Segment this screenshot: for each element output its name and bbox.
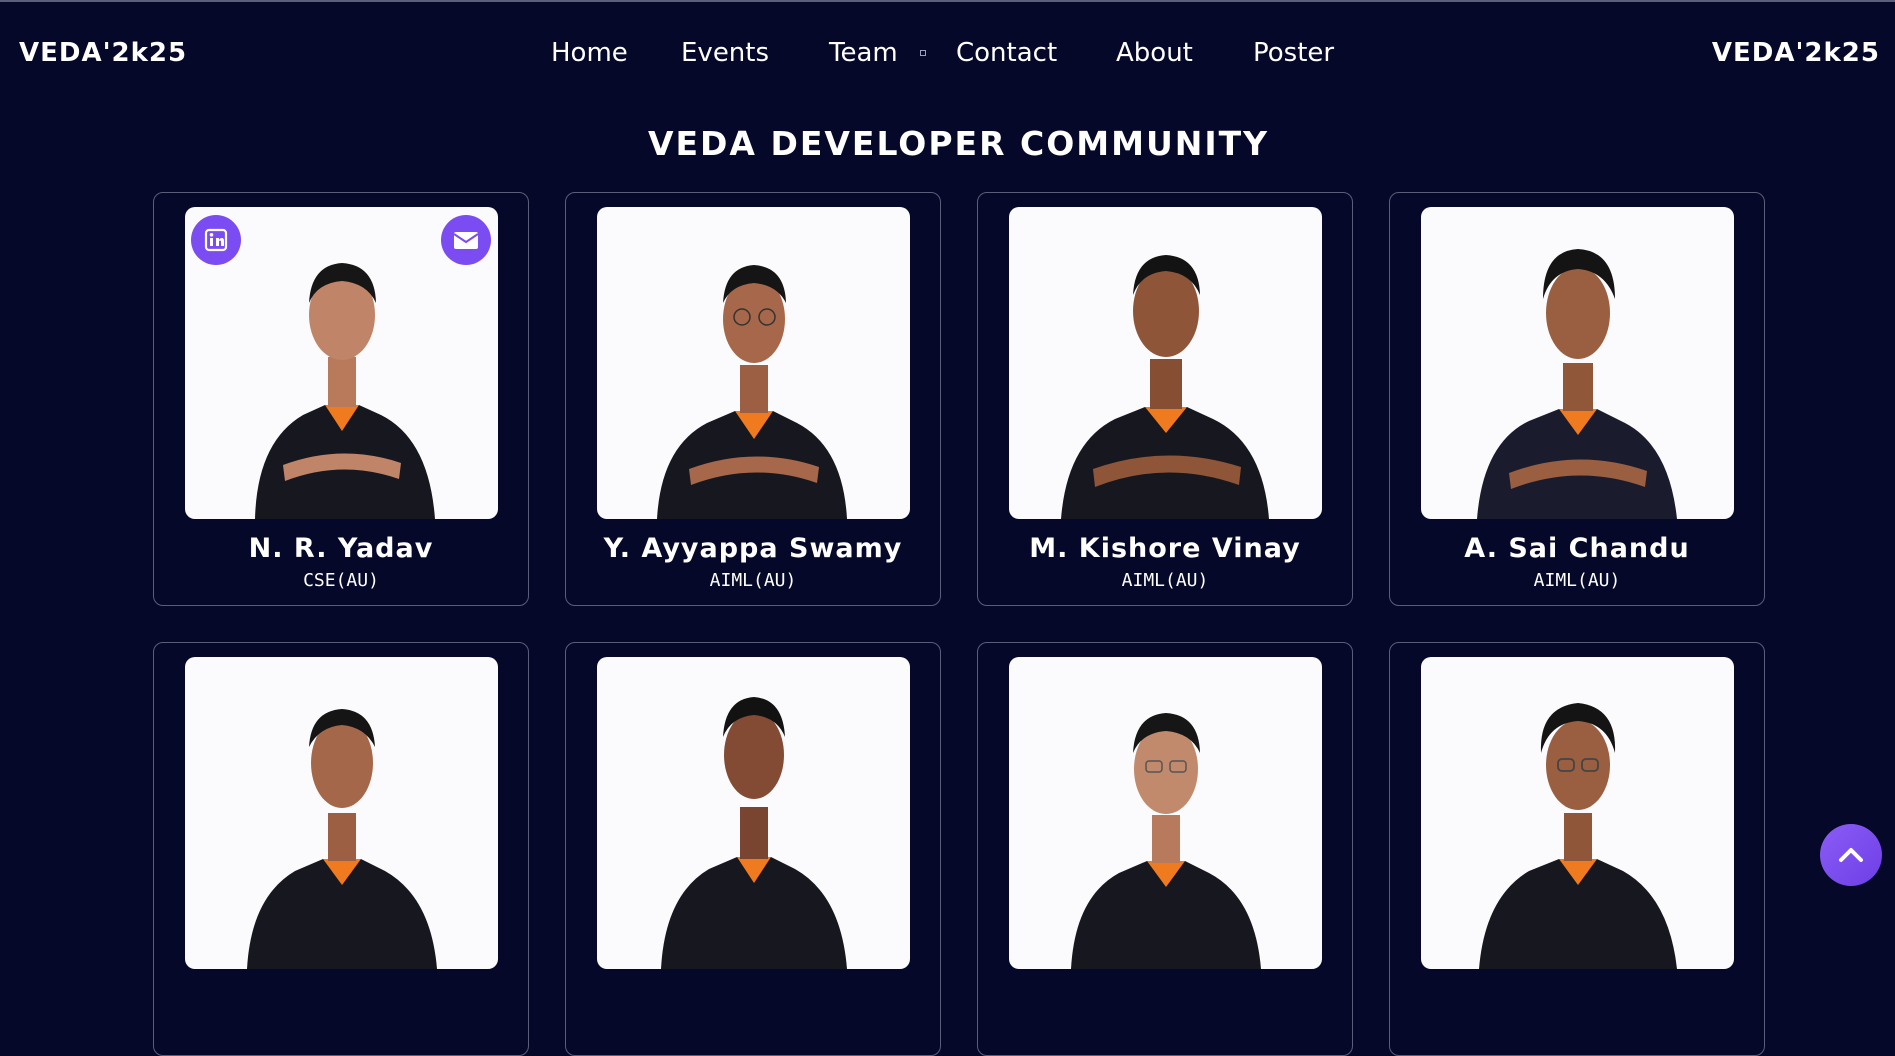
member-photo: [1421, 207, 1734, 519]
member-photo: [597, 657, 910, 969]
member-card: [1389, 642, 1765, 1056]
email-button[interactable]: [441, 215, 491, 265]
member-photo: [1421, 657, 1734, 969]
chevron-up-icon: [1839, 848, 1863, 862]
member-card: [565, 642, 941, 1056]
member-name: M. Kishore Vinay: [1029, 533, 1301, 564]
linkedin-icon: [204, 228, 228, 252]
member-card: M. Kishore Vinay AIML(AU): [977, 192, 1353, 606]
member-department: CSE(AU): [303, 570, 379, 591]
member-card: Y. Ayyappa Swamy AIML(AU): [565, 192, 941, 606]
member-name: Y. Ayyappa Swamy: [603, 533, 903, 564]
envelope-icon: [453, 232, 479, 249]
linkedin-button[interactable]: [191, 215, 241, 265]
member-card: [977, 642, 1353, 1056]
member-card: A. Sai Chandu AIML(AU): [1389, 192, 1765, 606]
member-department: AIML(AU): [1533, 570, 1621, 591]
member-photo: [1009, 657, 1322, 969]
member-photo: [185, 657, 498, 969]
member-card: [153, 642, 529, 1056]
member-photo: [597, 207, 910, 519]
scroll-to-top-button[interactable]: [1820, 824, 1882, 886]
member-photo: [1009, 207, 1322, 519]
member-name: A. Sai Chandu: [1464, 533, 1690, 564]
member-department: AIML(AU): [709, 570, 797, 591]
member-card: N. R. Yadav CSE(AU): [153, 192, 529, 606]
member-department: AIML(AU): [1121, 570, 1209, 591]
member-name: N. R. Yadav: [248, 533, 434, 564]
team-grid: N. R. Yadav CSE(AU) Y. Ayyappa Swamy AIM…: [0, 0, 1895, 1056]
